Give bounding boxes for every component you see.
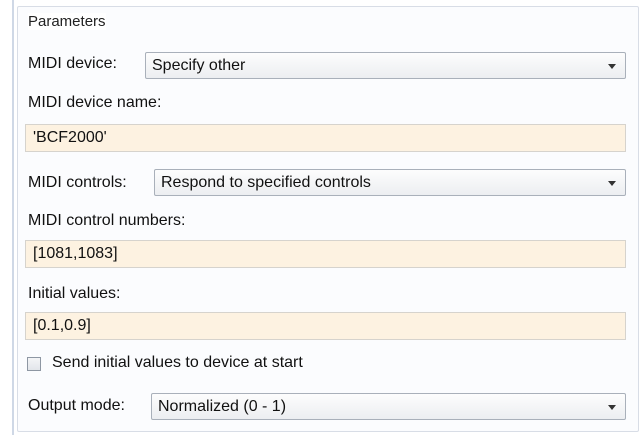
panel-edge (12, 0, 14, 435)
midi-device-name-label: MIDI device name: (28, 94, 162, 111)
midi-controls-label: MIDI controls: (28, 174, 127, 191)
send-initial-values-checkbox[interactable] (27, 357, 41, 371)
output-mode-dropdown[interactable]: Normalized (0 - 1) (151, 393, 626, 420)
send-initial-values-label: Send initial values to device at start (52, 354, 303, 371)
midi-device-dropdown[interactable]: Specify other (145, 52, 626, 79)
output-mode-label: Output mode: (28, 397, 125, 414)
midi-device-name-value: 'BCF2000' (33, 129, 107, 146)
output-mode-value: Normalized (0 - 1) (158, 398, 287, 415)
chevron-down-icon (608, 405, 616, 410)
initial-values-field[interactable]: [0.1,0.9] (25, 312, 626, 340)
chevron-down-icon (608, 64, 616, 69)
midi-control-numbers-field[interactable]: [1081,1083] (25, 240, 626, 268)
midi-control-numbers-value: [1081,1083] (33, 245, 118, 262)
midi-device-value: Specify other (152, 57, 246, 74)
midi-controls-dropdown[interactable]: Respond to specified controls (154, 169, 626, 196)
group-title: Parameters (28, 13, 106, 30)
initial-values-value: [0.1,0.9] (33, 317, 91, 334)
midi-controls-value: Respond to specified controls (161, 174, 371, 191)
midi-device-label: MIDI device: (28, 55, 117, 72)
midi-control-numbers-label: MIDI control numbers: (28, 212, 186, 229)
midi-device-name-field[interactable]: 'BCF2000' (25, 124, 626, 152)
block-parameters-dialog: Parameters MIDI device: Specify other MI… (0, 0, 641, 435)
initial-values-label: Initial values: (28, 285, 121, 302)
chevron-down-icon (608, 181, 616, 186)
